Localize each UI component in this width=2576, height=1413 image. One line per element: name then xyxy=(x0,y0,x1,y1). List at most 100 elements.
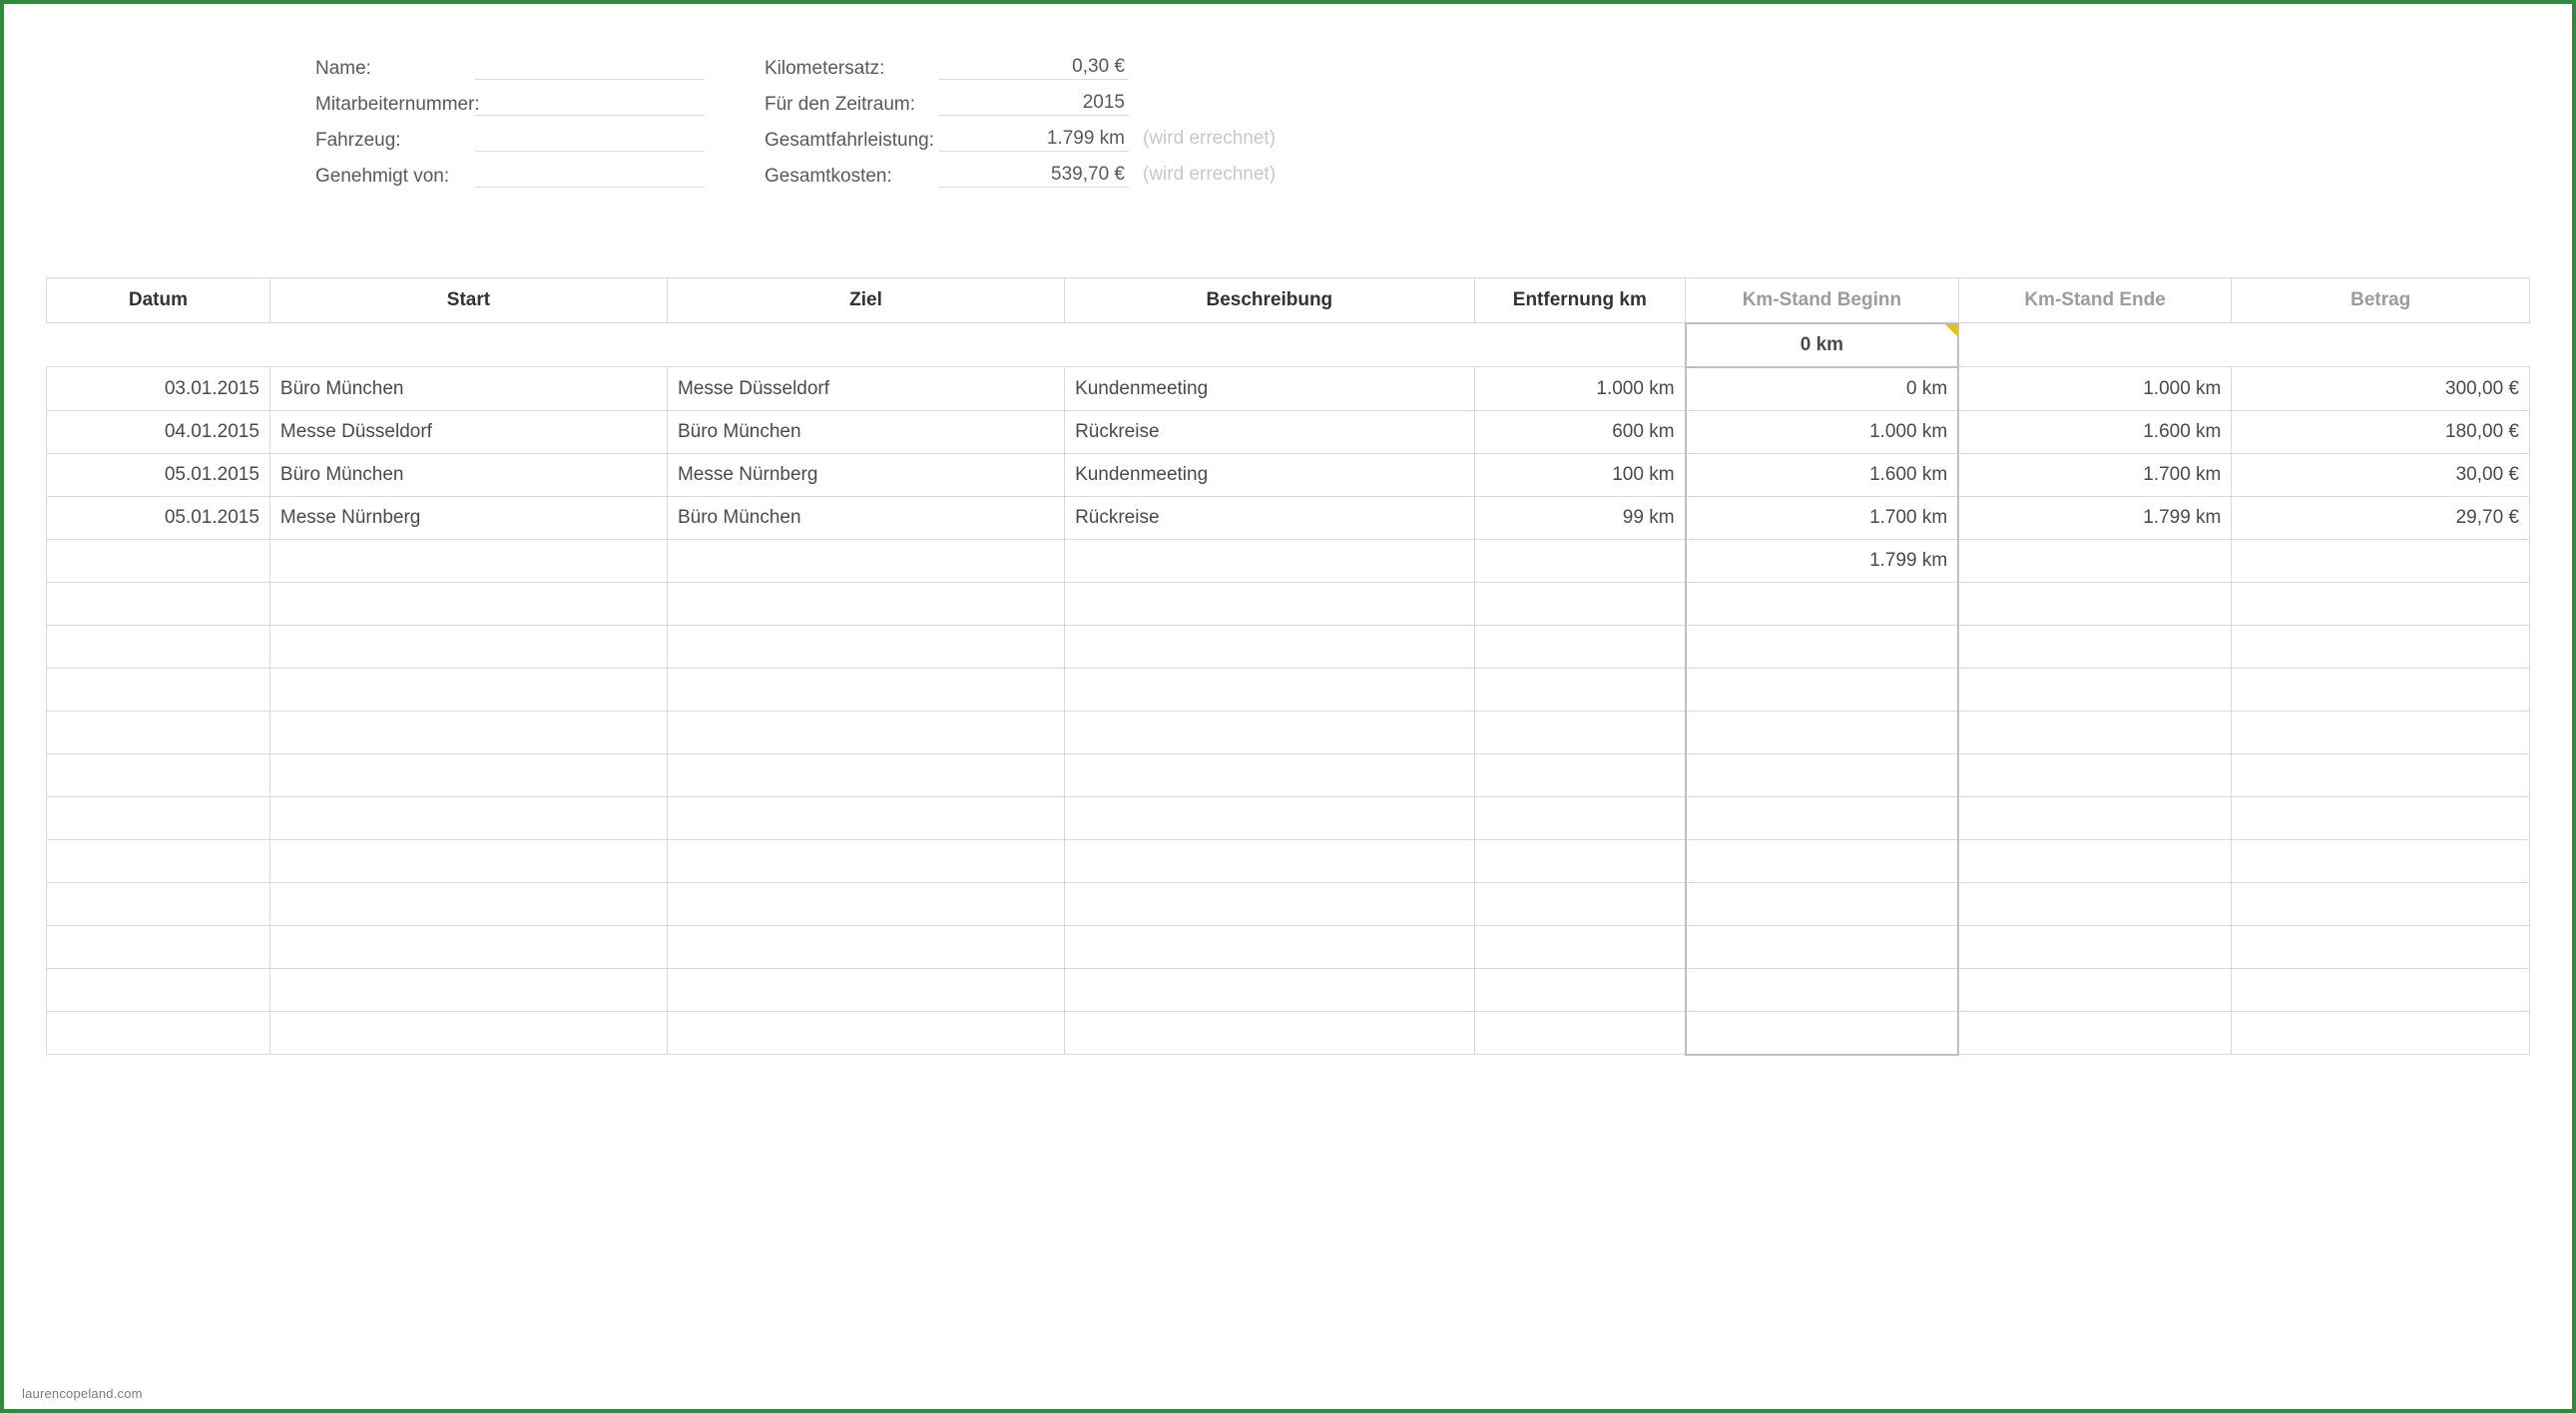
cell-start[interactable]: Büro München xyxy=(269,453,667,496)
cell-datum[interactable]: 05.01.2015 xyxy=(47,453,270,496)
cell-empty[interactable] xyxy=(1474,625,1685,668)
cell-km-ende[interactable]: 1.700 km xyxy=(1958,453,2232,496)
cell-empty[interactable] xyxy=(1686,925,1959,968)
cell-besch[interactable]: Kundenmeeting xyxy=(1065,367,1475,411)
cell-empty[interactable] xyxy=(47,925,270,968)
cell-empty[interactable] xyxy=(1065,625,1475,668)
cell-betrag[interactable]: 180,00 € xyxy=(2232,410,2530,453)
cell-start[interactable]: Büro München xyxy=(269,367,667,411)
cell-empty[interactable] xyxy=(47,539,270,582)
cell-empty[interactable] xyxy=(1958,710,2232,753)
cell-empty[interactable] xyxy=(1474,796,1685,839)
cell-empty[interactable] xyxy=(1686,710,1959,753)
cell-datum[interactable]: 04.01.2015 xyxy=(47,410,270,453)
cell-empty[interactable] xyxy=(1065,839,1475,882)
cell-empty[interactable] xyxy=(1474,882,1685,925)
cell-empty[interactable] xyxy=(269,582,667,625)
cell-empty[interactable] xyxy=(667,1011,1064,1055)
cell-empty[interactable] xyxy=(1474,839,1685,882)
cell-empty[interactable] xyxy=(1474,1011,1685,1055)
cell-empty[interactable] xyxy=(269,839,667,882)
cell-empty[interactable] xyxy=(2232,753,2530,796)
cell-datum[interactable]: 05.01.2015 xyxy=(47,496,270,539)
cell-empty[interactable] xyxy=(1686,796,1959,839)
cell-empty[interactable] xyxy=(269,753,667,796)
cell-empty[interactable] xyxy=(1958,839,2232,882)
cell-entf[interactable]: 100 km xyxy=(1474,453,1685,496)
cell-empty[interactable] xyxy=(667,625,1064,668)
cell-empty[interactable] xyxy=(2232,968,2530,1011)
cell-empty[interactable] xyxy=(1686,968,1959,1011)
name-input[interactable] xyxy=(475,54,709,78)
cell-empty[interactable] xyxy=(667,796,1064,839)
cell-betrag[interactable]: 30,00 € xyxy=(2232,453,2530,496)
cell-empty[interactable] xyxy=(2232,625,2530,668)
cell-empty[interactable] xyxy=(1474,582,1685,625)
cell-empty[interactable] xyxy=(1065,582,1475,625)
cell-empty[interactable] xyxy=(1958,925,2232,968)
cell-empty[interactable] xyxy=(667,539,1064,582)
cell-km-ende[interactable]: 1.799 km xyxy=(1958,496,2232,539)
cell-final-km[interactable]: 1.799 km xyxy=(1686,539,1959,582)
cell-empty[interactable] xyxy=(47,839,270,882)
cell-empty[interactable] xyxy=(1065,925,1475,968)
cell-empty[interactable] xyxy=(1686,1011,1959,1055)
cell-empty[interactable] xyxy=(2232,668,2530,710)
cell-empty[interactable] xyxy=(1958,796,2232,839)
cell-start[interactable]: Messe Nürnberg xyxy=(269,496,667,539)
cell-km-ende[interactable]: 1.000 km xyxy=(1958,367,2232,411)
cell-empty[interactable] xyxy=(1958,582,2232,625)
cell-empty[interactable] xyxy=(667,839,1064,882)
cell-empty[interactable] xyxy=(269,796,667,839)
cell-empty[interactable] xyxy=(2232,539,2530,582)
cell-empty[interactable] xyxy=(2232,839,2530,882)
cell-empty[interactable] xyxy=(2232,882,2530,925)
cell-empty[interactable] xyxy=(47,668,270,710)
cell-ziel[interactable]: Büro München xyxy=(667,496,1064,539)
cell-start[interactable]: Messe Düsseldorf xyxy=(269,410,667,453)
cell-empty[interactable] xyxy=(1065,796,1475,839)
cell-empty[interactable] xyxy=(2232,582,2530,625)
cell-empty[interactable] xyxy=(1958,668,2232,710)
cell-empty[interactable] xyxy=(2232,925,2530,968)
cell-empty[interactable] xyxy=(667,753,1064,796)
cell-km-beginn[interactable]: 0 km xyxy=(1686,367,1959,411)
cell-empty[interactable] xyxy=(47,796,270,839)
cell-empty[interactable] xyxy=(667,882,1064,925)
cell-besch[interactable]: Rückreise xyxy=(1065,410,1475,453)
cell-empty[interactable] xyxy=(47,968,270,1011)
cell-betrag[interactable]: 29,70 € xyxy=(2232,496,2530,539)
cell-empty[interactable] xyxy=(1958,539,2232,582)
cell-entf[interactable]: 600 km xyxy=(1474,410,1685,453)
cell-empty[interactable] xyxy=(1686,625,1959,668)
cell-empty[interactable] xyxy=(269,625,667,668)
cell-empty[interactable] xyxy=(2232,1011,2530,1055)
cell-ziel[interactable]: Messe Nürnberg xyxy=(667,453,1064,496)
cell-empty[interactable] xyxy=(269,882,667,925)
cell-besch[interactable]: Kundenmeeting xyxy=(1065,453,1475,496)
cell-empty[interactable] xyxy=(1474,668,1685,710)
cell-empty[interactable] xyxy=(667,582,1064,625)
cell-empty[interactable] xyxy=(269,925,667,968)
cell-empty[interactable] xyxy=(1065,539,1475,582)
cell-empty[interactable] xyxy=(1958,753,2232,796)
start-km-cell[interactable]: 0 km xyxy=(1686,323,1959,367)
cell-empty[interactable] xyxy=(1686,668,1959,710)
cell-empty[interactable] xyxy=(1474,925,1685,968)
cell-empty[interactable] xyxy=(667,925,1064,968)
cell-empty[interactable] xyxy=(47,710,270,753)
cell-betrag[interactable]: 300,00 € xyxy=(2232,367,2530,411)
cell-km-beginn[interactable]: 1.600 km xyxy=(1686,453,1959,496)
cell-ziel[interactable]: Büro München xyxy=(667,410,1064,453)
cell-empty[interactable] xyxy=(667,968,1064,1011)
cell-empty[interactable] xyxy=(1958,968,2232,1011)
cell-empty[interactable] xyxy=(1958,625,2232,668)
cell-empty[interactable] xyxy=(269,539,667,582)
vehicle-input[interactable] xyxy=(475,126,709,150)
cell-empty[interactable] xyxy=(1958,1011,2232,1055)
cell-empty[interactable] xyxy=(667,668,1064,710)
cell-empty[interactable] xyxy=(47,882,270,925)
cell-empty[interactable] xyxy=(1474,753,1685,796)
cell-empty[interactable] xyxy=(47,582,270,625)
cell-empty[interactable] xyxy=(1474,539,1685,582)
